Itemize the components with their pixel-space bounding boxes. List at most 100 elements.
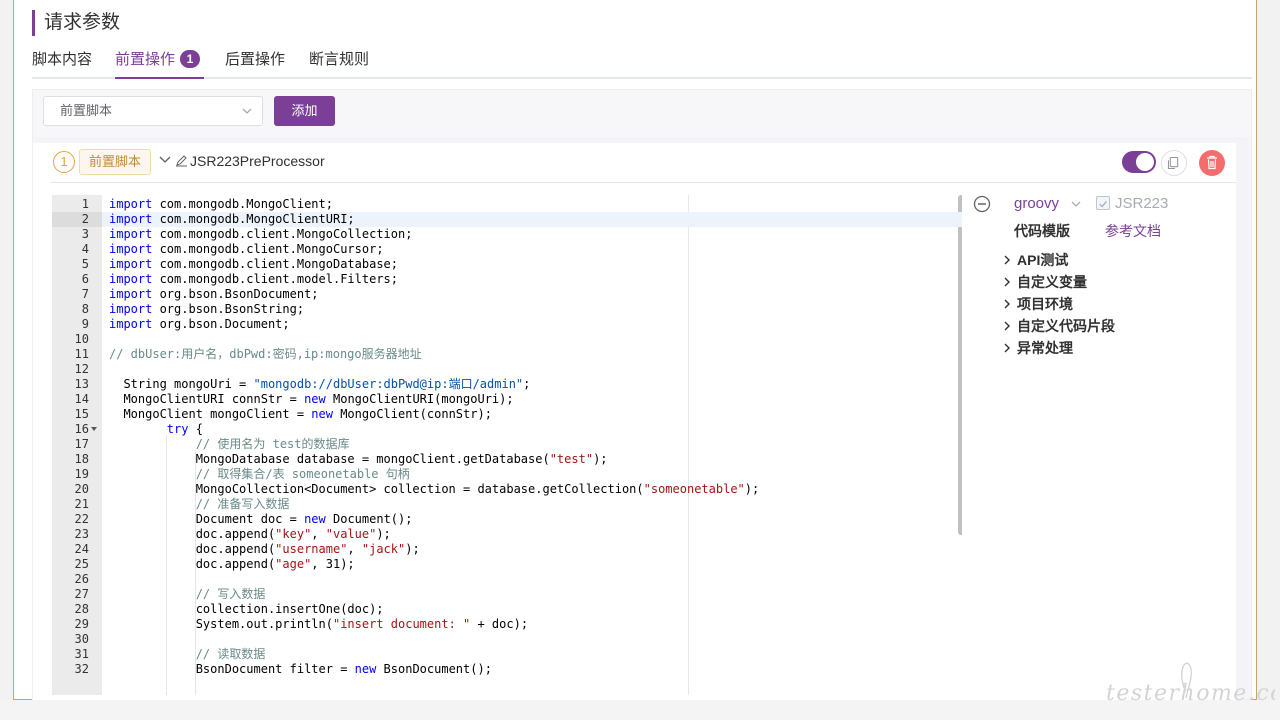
- code-text: BsonDocument filter = new BsonDocument()…: [109, 662, 492, 676]
- line-number: 13: [74, 377, 89, 391]
- code-line[interactable]: 9 import org.bson.Document;: [52, 317, 962, 332]
- code-line[interactable]: 25 doc.append("age", 31);: [52, 557, 962, 572]
- add-button[interactable]: 添加: [274, 96, 335, 126]
- operation-toolbar: 前置脚本 添加: [32, 89, 1252, 137]
- language-select[interactable]: groovy: [1014, 195, 1059, 212]
- line-number: 27: [74, 587, 89, 601]
- code-line[interactable]: 19 // 取得集合/表 someonetable 句柄: [52, 467, 962, 482]
- code-template-link[interactable]: 代码模版: [1014, 221, 1070, 241]
- line-number: 31: [74, 647, 89, 661]
- check-icon: [1099, 201, 1107, 208]
- code-line[interactable]: 30: [52, 632, 962, 647]
- line-number: 22: [74, 512, 89, 526]
- operation-type-select[interactable]: 前置脚本: [43, 96, 263, 126]
- line-number: 9: [81, 317, 89, 331]
- code-text: MongoClient mongoClient = new MongoClien…: [109, 407, 492, 421]
- line-number: 6: [81, 272, 89, 286]
- step-enable-toggle[interactable]: [1122, 151, 1156, 173]
- tree-item-project-env[interactable]: 项目环境: [1003, 293, 1115, 315]
- chevron-right-icon: [1004, 321, 1010, 331]
- code-line[interactable]: 11 // dbUser:用户名，dbPwd:密码,ip:mongo服务器地址: [52, 347, 962, 362]
- code-line[interactable]: 6 import com.mongodb.client.model.Filters…: [52, 272, 962, 287]
- line-number: 8: [81, 302, 89, 316]
- line-number: 25: [74, 557, 89, 571]
- line-number: 32: [74, 662, 89, 676]
- code-line[interactable]: 18 MongoDatabase database = mongoClient.…: [52, 452, 962, 467]
- code-line[interactable]: 2 import com.mongodb.MongoClientURI;: [52, 212, 962, 227]
- chevron-right-icon: [1004, 343, 1010, 353]
- tree-item-custom-snippets[interactable]: 自定义代码片段: [1003, 315, 1115, 337]
- code-line[interactable]: 32 BsonDocument filter = new BsonDocumen…: [52, 662, 962, 677]
- tree-item-label: 异常处理: [1017, 340, 1073, 356]
- fold-arrow-icon[interactable]: [91, 427, 97, 431]
- code-line[interactable]: 16 try {: [52, 422, 962, 437]
- step-name[interactable]: JSR223PreProcessor: [175, 153, 325, 169]
- tab-post-operations[interactable]: 后置操作: [225, 48, 285, 69]
- code-line[interactable]: 22 Document doc = new Document();: [52, 512, 962, 527]
- code-line[interactable]: 12: [52, 362, 962, 377]
- line-number: 4: [81, 242, 89, 256]
- code-line[interactable]: 27 // 写入数据: [52, 587, 962, 602]
- code-line[interactable]: 4 import com.mongodb.client.MongoCursor;: [52, 242, 962, 257]
- code-line[interactable]: 8 import org.bson.BsonString;: [52, 302, 962, 317]
- request-params-frame: 请求参数 脚本内容 前置操作 1 后置操作 断言规则 前置脚本 添加 1 前置脚本…: [13, 0, 1257, 700]
- tree-item-label: 自定义变量: [1017, 274, 1087, 290]
- chevron-down-icon[interactable]: [159, 155, 171, 165]
- step-number: 1: [53, 151, 75, 173]
- tab-script-content[interactable]: 脚本内容: [32, 48, 92, 69]
- line-number: 14: [74, 392, 89, 406]
- tree-item-custom-variables[interactable]: 自定义变量: [1003, 271, 1115, 293]
- code-text: // 使用名为 test的数据库: [195, 437, 350, 451]
- copy-icon: [1167, 156, 1179, 170]
- tab-pre-operations[interactable]: 前置操作 1: [115, 48, 201, 69]
- line-number: 10: [74, 332, 89, 346]
- code-text: import com.mongodb.MongoClient;: [109, 197, 333, 211]
- section-title: 请求参数: [32, 10, 120, 36]
- code-line[interactable]: 7 import org.bson.BsonDocument;: [52, 287, 962, 302]
- code-text: import com.mongodb.client.MongoCursor;: [109, 242, 384, 256]
- code-text: // 取得集合/表 someonetable 句柄: [195, 467, 410, 481]
- code-text: import org.bson.BsonDocument;: [109, 287, 319, 301]
- snippet-tree: API测试 自定义变量 项目环境 自定义代码片段 异常处理: [1003, 249, 1115, 359]
- tab-assertion-rules[interactable]: 断言规则: [309, 48, 369, 69]
- code-line[interactable]: 31 // 读取数据: [52, 647, 962, 662]
- copy-step-button[interactable]: [1161, 150, 1187, 176]
- code-line[interactable]: 26: [52, 572, 962, 587]
- code-line[interactable]: 1 import com.mongodb.MongoClient;: [52, 197, 962, 212]
- code-text: // 读取数据: [195, 647, 266, 661]
- code-editor[interactable]: 1 import com.mongodb.MongoClient; 2 import …: [52, 195, 962, 695]
- code-text: MongoDatabase database = mongoClient.get…: [109, 452, 608, 466]
- chevron-down-icon[interactable]: [1071, 199, 1081, 209]
- code-line[interactable]: 28 collection.insertOne(doc);: [52, 602, 962, 617]
- line-number: 20: [74, 482, 89, 496]
- edit-icon[interactable]: [175, 154, 188, 167]
- chevron-right-icon: [1004, 255, 1010, 265]
- code-line[interactable]: 10: [52, 332, 962, 347]
- reference-docs-link[interactable]: 参考文档: [1105, 221, 1161, 241]
- tree-item-label: 自定义代码片段: [1017, 318, 1115, 334]
- collapse-icon[interactable]: [973, 195, 991, 213]
- code-line[interactable]: 17 // 使用名为 test的数据库: [52, 437, 962, 452]
- code-line[interactable]: 3 import com.mongodb.client.MongoCollecti…: [52, 227, 962, 242]
- code-text: try {: [166, 422, 203, 436]
- code-text: import com.mongodb.client.MongoCollectio…: [109, 227, 413, 241]
- code-line[interactable]: 20 MongoCollection<Document> collection …: [52, 482, 962, 497]
- line-number: 2: [52, 212, 102, 227]
- line-number: 15: [74, 407, 89, 421]
- line-number: 24: [74, 542, 89, 556]
- steps-panel: 1 前置脚本 JSR223PreProcessor 1 import com.mo…: [32, 137, 1252, 700]
- tree-item-api-test[interactable]: API测试: [1003, 249, 1115, 271]
- code-line[interactable]: 29 System.out.println("insert document: …: [52, 617, 962, 632]
- delete-step-button[interactable]: [1199, 150, 1225, 176]
- code-line[interactable]: 5 import com.mongodb.client.MongoDatabase…: [52, 257, 962, 272]
- code-line[interactable]: 14 MongoClientURI connStr = new MongoCli…: [52, 392, 962, 407]
- code-line[interactable]: 13 String mongoUri = "mongodb://dbUser:d…: [52, 377, 962, 392]
- code-line[interactable]: 24 doc.append("username", "jack");: [52, 542, 962, 557]
- code-line[interactable]: 15 MongoClient mongoClient = new MongoCl…: [52, 407, 962, 422]
- active-tab-indicator: [115, 77, 204, 79]
- tab-label: 前置操作: [115, 51, 176, 68]
- code-line[interactable]: 21 // 准备写入数据: [52, 497, 962, 512]
- code-line[interactable]: 23 doc.append("key", "value");: [52, 527, 962, 542]
- jsr223-checkbox[interactable]: [1096, 196, 1110, 210]
- tree-item-exception-handling[interactable]: 异常处理: [1003, 337, 1115, 359]
